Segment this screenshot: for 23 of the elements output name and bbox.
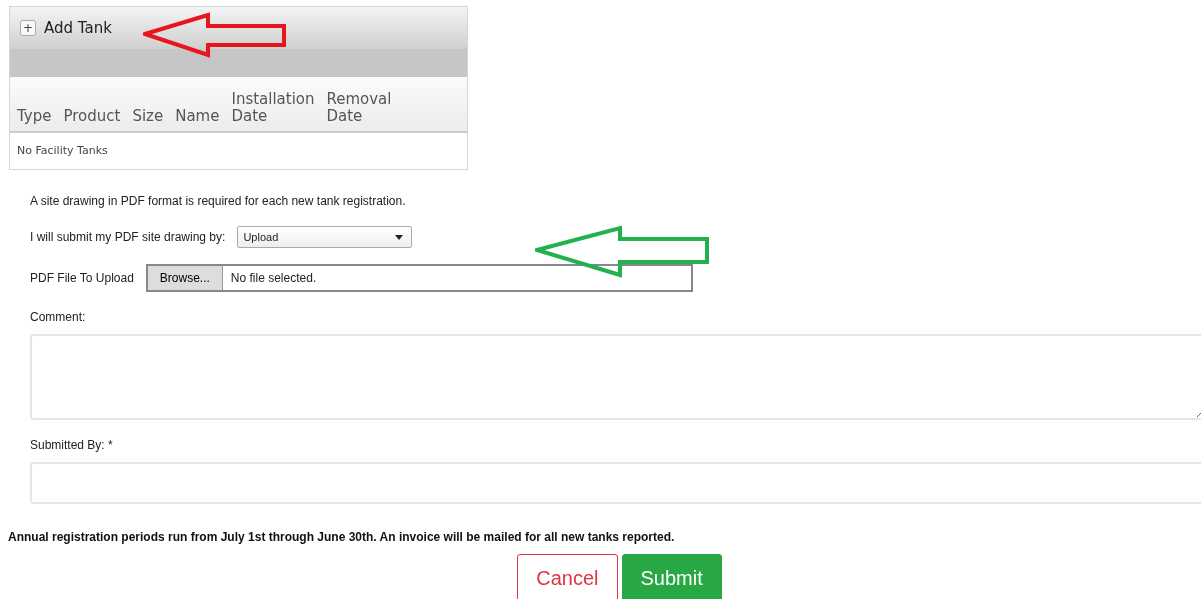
file-status: No file selected. (230, 270, 317, 287)
comment-field[interactable] (30, 334, 1201, 420)
cancel-button[interactable]: Cancel (517, 554, 618, 599)
field-label: Submitted By: * (30, 437, 114, 454)
method-dropdown[interactable]: Upload (237, 226, 413, 248)
browse-button[interactable]: Browse... (147, 266, 223, 290)
panel-title: Add Tank (44, 17, 112, 39)
column-header: Name (175, 108, 221, 125)
column-header: Size (132, 108, 165, 125)
field-label: PDF File To Upload (30, 270, 134, 287)
empty-message: No Facility Tanks (16, 142, 109, 159)
add-button[interactable]: + (20, 20, 36, 36)
column-header: Removal Date (326, 91, 393, 125)
field-label: I will submit my PDF site drawing by: (30, 229, 226, 246)
notice-text: A site drawing in PDF format is required for each new tank registration. (30, 193, 407, 210)
caret-icon (395, 234, 404, 240)
field-label: Comment: (30, 309, 87, 326)
footer-note: Annual registration periods run from July 1st through June 30th. An invoice will be mailed for all new tanks reported. (8, 529, 676, 546)
file-field[interactable]: Browse... No file selected. (145, 264, 693, 292)
column-header: Installation Date (231, 91, 316, 125)
submitted-by-field[interactable] (30, 462, 1201, 504)
column-header: Product (63, 108, 122, 125)
column-header: Type (17, 108, 53, 125)
